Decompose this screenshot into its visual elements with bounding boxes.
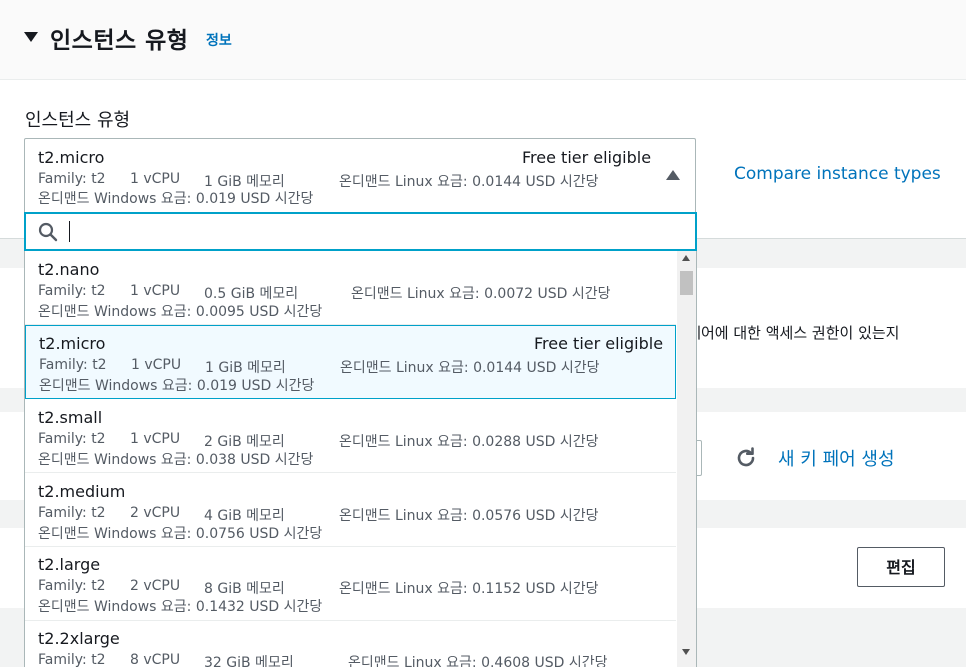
free-tier-badge: Free tier eligible (522, 148, 652, 167)
section-header: 인스턴스 유형 정보 (0, 0, 966, 80)
instance-memory: 0.5 GiB 메모리 (204, 286, 299, 302)
list-item[interactable]: t2.small Family: t2 1 vCPU 2 GiB 메모리 온디맨… (25, 399, 676, 473)
refresh-icon[interactable] (734, 446, 758, 470)
instance-memory: 8 GiB 메모리 (204, 581, 285, 597)
instance-name: t2.large (38, 555, 101, 574)
instance-linux-price: 온디맨드 Linux 요금: 0.0288 USD 시간당 (339, 434, 599, 450)
section-title: 인스턴스 유형 (50, 28, 189, 54)
instance-name: t2.nano (38, 260, 100, 279)
instance-linux-price: 온디맨드 Linux 요금: 0.0576 USD 시간당 (339, 508, 599, 524)
list-item[interactable]: t2.large Family: t2 2 vCPU 8 GiB 메모리 온디맨… (25, 547, 676, 621)
create-new-keypair-link[interactable]: 새 키 페어 생성 (778, 445, 895, 471)
instance-vcpu: 2 vCPU (130, 505, 181, 521)
selected-vcpu: 1 vCPU (130, 171, 181, 187)
instance-memory: 2 GiB 메모리 (204, 434, 285, 450)
edit-button[interactable]: 편집 (857, 547, 945, 587)
instance-windows-price: 온디맨드 Windows 요금: 0.0756 USD 시간당 (38, 526, 323, 542)
instance-vcpu: 1 vCPU (130, 431, 181, 447)
instance-name: t2.2xlarge (38, 629, 120, 648)
list-item[interactable]: t2.2xlarge Family: t2 8 vCPU 32 GiB 메모리 … (25, 621, 676, 667)
instance-linux-price: 온디맨드 Linux 요금: 0.1152 USD 시간당 (339, 581, 599, 597)
caret-up-icon[interactable] (666, 170, 680, 180)
keypair-access-text: I 페어에 대한 액세스 권한이 있는지 (678, 324, 900, 342)
instance-family: Family: t2 (38, 505, 106, 521)
selected-windows-price: 온디맨드 Windows 요금: 0.019 USD 시간당 (38, 191, 314, 207)
instance-windows-price: 온디맨드 Windows 요금: 0.019 USD 시간당 (39, 378, 315, 394)
instance-linux-price: 온디맨드 Linux 요금: 0.0144 USD 시간당 (340, 360, 600, 376)
search-input[interactable] (66, 218, 666, 245)
instance-family: Family: t2 (38, 283, 106, 299)
instance-family: Family: t2 (38, 431, 106, 447)
scroll-down-arrow-icon[interactable] (682, 649, 690, 655)
scroll-up-arrow-icon[interactable] (682, 255, 690, 261)
instance-windows-price: 온디맨드 Windows 요금: 0.0095 USD 시간당 (38, 304, 323, 320)
selected-family: Family: t2 (38, 171, 106, 187)
search-icon (38, 222, 58, 242)
instance-name: t2.small (38, 408, 103, 427)
instance-vcpu: 2 vCPU (130, 578, 181, 594)
free-tier-badge: Free tier eligible (534, 334, 664, 353)
list-item[interactable]: t2.nano Family: t2 1 vCPU 0.5 GiB 메모리 온디… (25, 251, 676, 325)
scroll-thumb[interactable] (680, 271, 693, 295)
instance-type-select[interactable]: t2.micro Free tier eligible Family: t2 1… (24, 138, 696, 214)
compare-instance-types-link[interactable]: Compare instance types (734, 164, 941, 184)
instance-vcpu: 1 vCPU (130, 283, 181, 299)
instance-search-box[interactable] (24, 212, 697, 251)
instance-type-label: 인스턴스 유형 (25, 110, 131, 131)
instance-memory: 4 GiB 메모리 (204, 508, 285, 524)
list-item[interactable]: t2.medium Family: t2 2 vCPU 4 GiB 메모리 온디… (25, 473, 676, 547)
instance-name: t2.micro (39, 334, 106, 353)
instance-windows-price: 온디맨드 Windows 요금: 0.1432 USD 시간당 (38, 599, 323, 615)
instance-vcpu: 1 vCPU (131, 357, 182, 373)
instance-vcpu: 8 vCPU (130, 652, 181, 667)
instance-family: Family: t2 (39, 357, 107, 373)
instance-type-list: t2.nano Family: t2 1 vCPU 0.5 GiB 메모리 온디… (24, 251, 697, 667)
list-item-selected[interactable]: t2.micro Free tier eligible Family: t2 1… (25, 325, 676, 399)
selected-linux-price: 온디맨드 Linux 요금: 0.0144 USD 시간당 (339, 174, 599, 190)
instance-memory: 1 GiB 메모리 (205, 360, 286, 376)
instance-family: Family: t2 (38, 652, 106, 667)
text-cursor (69, 221, 70, 242)
instance-linux-price: 온디맨드 Linux 요금: 0.0072 USD 시간당 (351, 286, 611, 302)
list-scrollbar[interactable] (677, 251, 696, 667)
selected-instance-name: t2.micro (38, 148, 105, 167)
instance-linux-price: 온디맨드 Linux 요금: 0.4608 USD 시간당 (348, 655, 608, 667)
instance-family: Family: t2 (38, 578, 106, 594)
instance-windows-price: 온디맨드 Windows 요금: 0.038 USD 시간당 (38, 452, 314, 468)
info-link[interactable]: 정보 (206, 30, 232, 50)
instance-name: t2.medium (38, 482, 126, 501)
instance-memory: 32 GiB 메모리 (204, 655, 294, 667)
collapse-caret-icon[interactable] (24, 32, 38, 42)
